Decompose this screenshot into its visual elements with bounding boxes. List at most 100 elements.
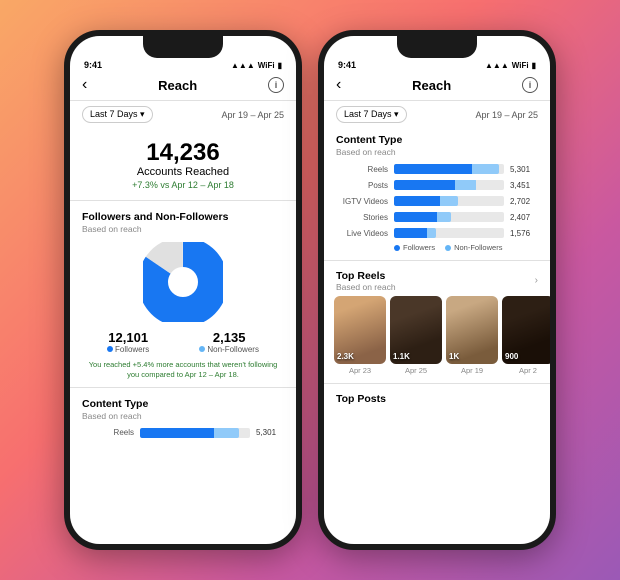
app-header-2: ‹ Reach i <box>324 72 550 101</box>
bar-followers-reels-p1 <box>140 428 214 438</box>
legend: Followers Non-Followers <box>324 241 550 256</box>
reel-count-4: 900 <box>505 352 518 361</box>
bar-fill-live <box>394 228 436 238</box>
stat-nonfollowers: 2,135 Non-Followers <box>199 330 259 354</box>
bar-followers-igtv <box>394 196 440 206</box>
page-title-1: Reach <box>158 78 197 93</box>
bar-followers-reels <box>394 164 472 174</box>
time-1: 9:41 <box>84 60 102 70</box>
page-title-2: Reach <box>412 78 451 93</box>
nonfollowers-label: Non-Followers <box>199 345 259 354</box>
app-header-1: ‹ Reach i <box>70 72 296 101</box>
bar-row-igtv: IGTV Videos 2,702 <box>324 193 550 209</box>
date-range-2: Apr 19 – Apr 25 <box>475 110 538 120</box>
divider-1 <box>70 200 296 201</box>
divider-2 <box>70 387 296 388</box>
bar-fill-igtv <box>394 196 458 206</box>
reel-item-2[interactable]: 1.1K Apr 25 <box>390 296 442 375</box>
reel-item-4[interactable]: 900 Apr 2 <box>502 296 550 375</box>
bar-nonfollowers-igtv <box>440 196 458 206</box>
date-range-1: Apr 19 – Apr 25 <box>221 110 284 120</box>
bar-row-posts: Posts 3,451 <box>324 177 550 193</box>
bar-track-igtv <box>394 196 504 206</box>
phone-2: 9:41 ▲▲▲ WiFi ▮ ‹ Reach i Last 7 Days ▾ <box>318 30 556 550</box>
bar-value-igtv: 2,702 <box>510 197 538 206</box>
top-posts-title: Top Posts <box>324 387 550 406</box>
content-type-subtitle-1: Based on reach <box>70 411 296 425</box>
wifi-icon-2: WiFi <box>512 61 529 70</box>
reel-date-1: Apr 23 <box>334 366 386 375</box>
phone-1: 9:41 ▲▲▲ WiFi ▮ ‹ Reach i Last 7 Days ▾ <box>64 30 302 550</box>
date-filter-2: Last 7 Days ▾ Apr 19 – Apr 25 <box>324 101 550 128</box>
reel-thumb-1: 2.3K <box>334 296 386 364</box>
bar-fill-reels-p1 <box>140 428 239 438</box>
legend-followers-dot <box>394 245 400 251</box>
reel-thumb-3: 1K <box>446 296 498 364</box>
bar-label-stories: Stories <box>336 213 388 222</box>
signal-icon-1: ▲▲▲ <box>231 61 255 70</box>
accounts-label: Accounts Reached <box>70 166 296 178</box>
bar-fill-stories <box>394 212 451 222</box>
divider-3 <box>324 260 550 261</box>
back-button-1[interactable]: ‹ <box>82 76 87 94</box>
reel-count-2: 1.1K <box>393 352 410 361</box>
reel-thumb-2: 1.1K <box>390 296 442 364</box>
bar-nonfollowers-live <box>427 228 436 238</box>
pie-chart <box>143 242 223 322</box>
phones-container: 9:41 ▲▲▲ WiFi ▮ ‹ Reach i Last 7 Days ▾ <box>64 30 556 550</box>
time-2: 9:41 <box>338 60 356 70</box>
date-filter-1: Last 7 Days ▾ Apr 19 – Apr 25 <box>70 101 296 128</box>
chevron-right-icon[interactable]: › <box>535 275 538 286</box>
notch-1 <box>143 36 223 58</box>
date-dropdown-1[interactable]: Last 7 Days ▾ <box>82 106 153 123</box>
reel-count-3: 1K <box>449 352 459 361</box>
followers-dot <box>107 346 113 352</box>
bar-followers-posts <box>394 180 455 190</box>
bar-label-igtv: IGTV Videos <box>336 197 388 206</box>
bar-value-live: 1,576 <box>510 229 538 238</box>
bar-row-reels: Reels 5,301 <box>324 161 550 177</box>
bar-track-reels-p1 <box>140 428 250 438</box>
bar-value-posts: 3,451 <box>510 181 538 190</box>
bar-row-reels-p1: Reels 5,301 <box>70 425 296 441</box>
legend-followers: Followers <box>394 243 435 252</box>
bar-label-reels-p1: Reels <box>82 428 134 437</box>
pie-container <box>70 238 296 326</box>
bar-followers-stories <box>394 212 437 222</box>
reach-note: You reached +5.4% more accounts that wer… <box>70 358 296 384</box>
legend-nonfollowers-dot <box>445 245 451 251</box>
followers-section-subtitle: Based on reach <box>70 224 296 238</box>
stat-followers: 12,101 Followers <box>107 330 149 354</box>
back-button-2[interactable]: ‹ <box>336 76 341 94</box>
reel-item-3[interactable]: 1K Apr 19 <box>446 296 498 375</box>
bar-label-reels: Reels <box>336 165 388 174</box>
top-reels-title: Top Reels <box>336 270 396 282</box>
battery-icon-2: ▮ <box>532 61 536 70</box>
bar-value-reels-p1: 5,301 <box>256 428 284 437</box>
notch-2 <box>397 36 477 58</box>
date-dropdown-2[interactable]: Last 7 Days ▾ <box>336 106 407 123</box>
top-reels-heading: Top Reels Based on reach › <box>324 265 550 292</box>
bar-nonfollowers-reels <box>472 164 498 174</box>
top-reels-heading-left: Top Reels Based on reach <box>336 270 396 292</box>
bar-track-live <box>394 228 504 238</box>
top-reels-subtitle: Based on reach <box>336 282 396 292</box>
followers-count: 12,101 <box>107 330 149 345</box>
accounts-number: 14,236 <box>70 140 296 166</box>
info-button-2[interactable]: i <box>522 77 538 93</box>
screen-2: 9:41 ▲▲▲ WiFi ▮ ‹ Reach i Last 7 Days ▾ <box>324 36 550 544</box>
nonfollowers-count: 2,135 <box>199 330 259 345</box>
content-type-title-1: Content Type <box>70 392 296 411</box>
bar-label-posts: Posts <box>336 181 388 190</box>
status-icons-1: ▲▲▲ WiFi ▮ <box>231 61 282 70</box>
reel-date-2: Apr 25 <box>390 366 442 375</box>
accounts-reached: 14,236 Accounts Reached +7.3% vs Apr 12 … <box>70 128 296 196</box>
signal-icon-2: ▲▲▲ <box>485 61 509 70</box>
accounts-change: +7.3% vs Apr 12 – Apr 18 <box>70 180 296 190</box>
bar-track-posts <box>394 180 504 190</box>
reel-item-1[interactable]: 2.3K Apr 23 <box>334 296 386 375</box>
info-button-1[interactable]: i <box>268 77 284 93</box>
bar-nonfollowers-posts <box>455 180 476 190</box>
bar-followers-live <box>394 228 427 238</box>
wifi-icon-1: WiFi <box>258 61 275 70</box>
